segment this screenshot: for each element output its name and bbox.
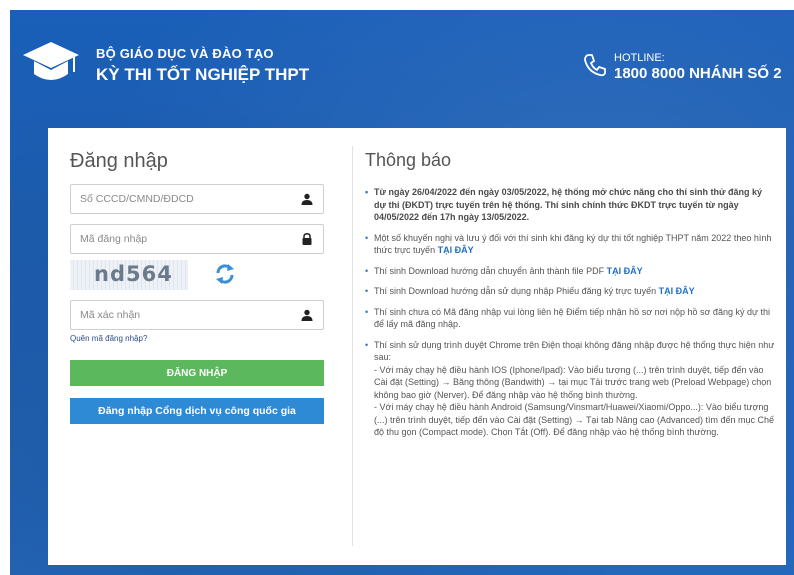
user-icon	[301, 309, 313, 321]
notice-item: Một số khuyến nghị và lưu ý đối với thí …	[365, 232, 775, 257]
exam-name: KỲ THI TỐT NGHIỆP THPT	[96, 65, 310, 84]
login-code-field[interactable]	[70, 224, 324, 254]
notice-title: Thông báo	[365, 150, 452, 170]
national-portal-login-button[interactable]: Đăng nhập Cổng dịch vụ công quốc gia	[70, 398, 324, 424]
notice-list: Từ ngày 26/04/2022 đến ngày 03/05/2022, …	[365, 186, 775, 447]
graduation-cap-icon	[23, 42, 79, 80]
column-divider	[352, 146, 353, 546]
login-button[interactable]: ĐĂNG NHẬP	[70, 360, 324, 386]
site-header: BỘ GIÁO DỤC VÀ ĐÀO TẠO KỲ THI TỐT NGHIỆP…	[10, 10, 794, 105]
id-number-input[interactable]	[71, 185, 281, 213]
notice-item: Thí sinh sử dụng trình duyệt Chrome trên…	[365, 339, 775, 439]
id-number-field[interactable]	[70, 184, 324, 214]
login-title: Đăng nhập	[70, 150, 168, 172]
notice-link[interactable]: TẠI ĐÂY	[659, 286, 695, 296]
login-code-input[interactable]	[71, 225, 281, 253]
captcha-image: nd564	[70, 260, 188, 290]
notice-item: Thí sinh chưa có Mã đăng nhập vui lòng l…	[365, 306, 775, 331]
captcha-field[interactable]	[70, 300, 324, 330]
notice-item: Từ ngày 26/04/2022 đến ngày 03/05/2022, …	[365, 186, 775, 224]
captcha-input[interactable]	[71, 301, 281, 329]
user-icon	[301, 193, 313, 205]
refresh-icon[interactable]	[213, 262, 237, 286]
lock-icon	[302, 233, 312, 245]
notice-link[interactable]: TẠI ĐÂY	[438, 245, 474, 255]
ministry-name: BỘ GIÁO DỤC VÀ ĐÀO TẠO	[96, 46, 274, 61]
notice-item: Thí sinh Download hướng dẫn sử dụng nhập…	[365, 285, 775, 298]
hotline-label: HOTLINE:	[614, 52, 665, 64]
phone-icon	[584, 54, 606, 77]
notice-link[interactable]: TẠI ĐÂY	[607, 266, 643, 276]
main-panel: Đăng nhập nd564	[48, 128, 786, 565]
page-background: BỘ GIÁO DỤC VÀ ĐÀO TẠO KỲ THI TỐT NGHIỆP…	[10, 10, 794, 575]
captcha-text: nd564	[94, 262, 173, 286]
notice-item: Thí sinh Download hướng dẫn chuyển ảnh t…	[365, 265, 775, 278]
forgot-login-code-link[interactable]: Quên mã đăng nhập?	[70, 334, 147, 343]
hotline-number: 1800 8000 NHÁNH SỐ 2	[614, 65, 782, 82]
